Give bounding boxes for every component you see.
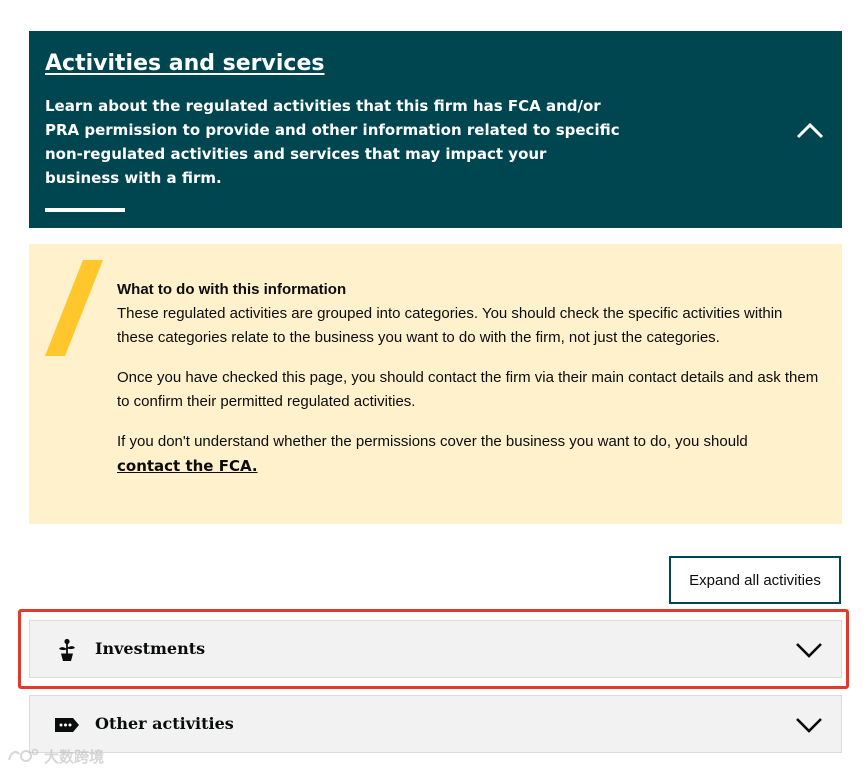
info-paragraph-2: Once you have checked this page, you sho… [117, 369, 819, 410]
plant-icon [59, 638, 75, 661]
accordion-investments[interactable]: Investments [29, 620, 842, 678]
section-description: Learn about the regulated activities tha… [45, 97, 620, 187]
accordion-other-activities[interactable]: Other activities [29, 695, 842, 753]
info-paragraph-1: These regulated activities are grouped i… [117, 305, 783, 346]
watermark-text: 大数跨境 [44, 747, 105, 766]
info-heading: What to do with this information [117, 281, 347, 298]
accordion-investments-label: Investments [95, 639, 206, 658]
accordion-other-activities-label: Other activities [95, 714, 234, 733]
title-underline-bar [45, 208, 125, 212]
slash-accent-icon [45, 260, 103, 356]
collapse-section-button[interactable] [793, 117, 827, 143]
watermark: 大数跨境 [6, 745, 104, 767]
section-title[interactable]: Activities and services [45, 51, 324, 76]
info-paragraph-3-text: If you don't understand whether the perm… [117, 433, 748, 450]
expand-all-activities-button[interactable]: Expand all activities [669, 556, 841, 604]
chevron-down-icon [796, 643, 822, 658]
activities-header-panel: Activities and services Learn about the … [29, 31, 842, 228]
contact-fca-link[interactable]: contact the FCA. [117, 457, 258, 475]
chevron-up-icon [796, 122, 824, 139]
chevron-down-icon [796, 718, 822, 733]
info-callout: What to do with this information These r… [29, 244, 842, 524]
tag-icon [55, 718, 79, 732]
brand-logo-icon [8, 748, 39, 762]
info-content: What to do with this information These r… [117, 278, 822, 495]
info-paragraph-3: If you don't understand whether the perm… [117, 430, 822, 479]
